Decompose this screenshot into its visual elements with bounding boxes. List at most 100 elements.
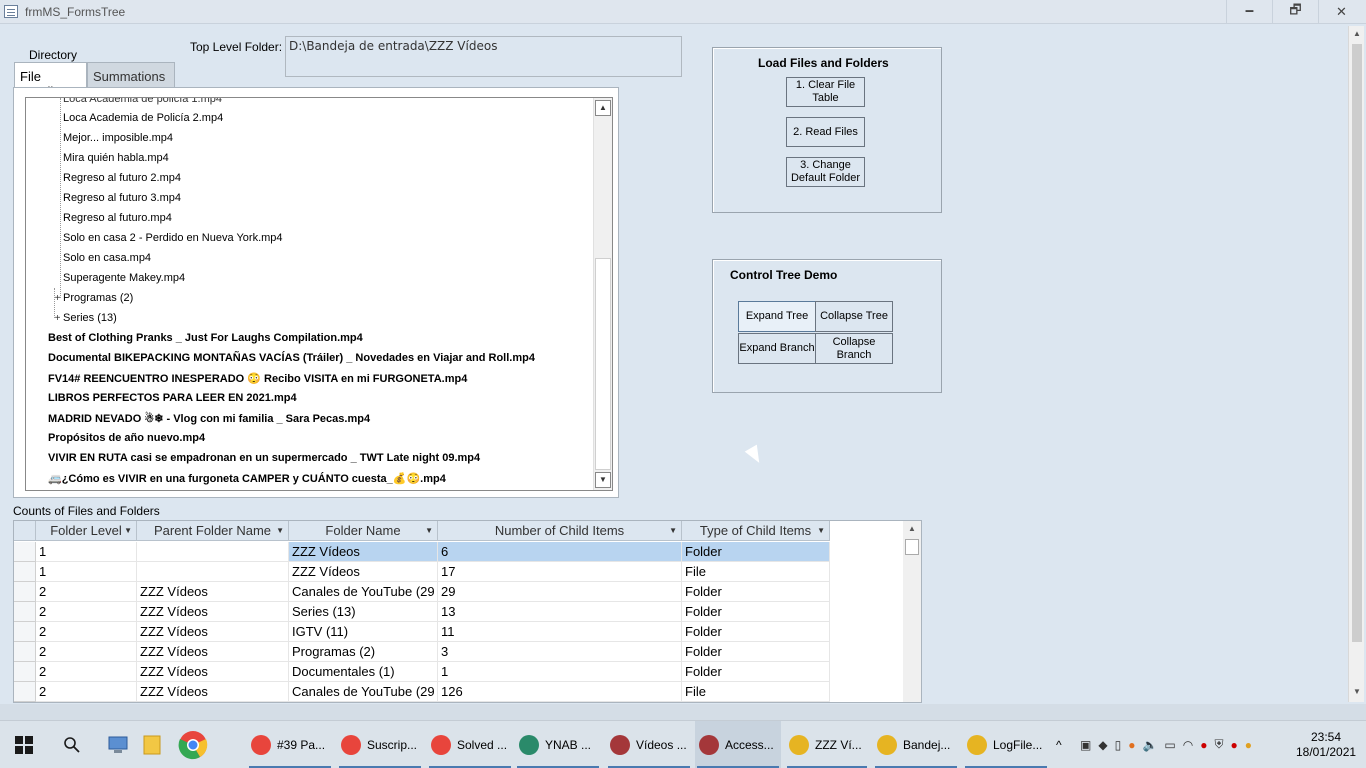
clear-file-table-button[interactable]: 1. Clear File Table	[786, 77, 865, 107]
scroll-up-icon[interactable]: ▲	[1349, 26, 1365, 42]
grid-cell[interactable]: IGTV (11)	[289, 622, 438, 642]
dropdown-arrow-icon[interactable]: ▼	[276, 526, 284, 535]
collapse-branch-button[interactable]: Collapse Branch	[815, 333, 893, 364]
battery-icon[interactable]: ▭	[1164, 738, 1175, 752]
dropdown-arrow-icon[interactable]: ▼	[817, 526, 825, 535]
tree-node-file[interactable]: FV14# REENCUENTRO INESPERADO 😳 Recibo VI…	[48, 372, 467, 385]
start-button[interactable]	[8, 721, 40, 768]
grid-cell[interactable]: 13	[438, 602, 682, 622]
restore-button[interactable]: 🗗	[1272, 0, 1318, 24]
taskbar-item[interactable]: ZZZ Ví...	[785, 721, 869, 768]
tray-app-icon[interactable]: ▣	[1080, 738, 1091, 752]
top-level-folder-field[interactable]: D:\Bandeja de entrada\ZZZ Vídeos	[285, 36, 682, 77]
grid-cell[interactable]	[137, 562, 289, 582]
grid-cell[interactable]: Folder	[682, 582, 830, 602]
search-button[interactable]	[58, 721, 86, 768]
minimize-button[interactable]: 🗕	[1226, 0, 1272, 24]
grid-cell[interactable]: 2	[36, 602, 137, 622]
taskbar-item[interactable]: YNAB ...	[515, 721, 601, 768]
grid-cell[interactable]: ZZZ Vídeos	[137, 662, 289, 682]
row-selector[interactable]	[14, 662, 36, 682]
shield-icon[interactable]: ⛨	[1214, 737, 1223, 752]
dropdown-arrow-icon[interactable]: ▼	[669, 526, 677, 535]
tray-app-icon[interactable]: ●	[1200, 738, 1207, 752]
volume-icon[interactable]: 🔈	[1142, 738, 1157, 752]
row-selector[interactable]	[14, 542, 36, 562]
collapse-tree-button[interactable]: Collapse Tree	[815, 301, 893, 332]
tray-app-icon[interactable]: ◆	[1098, 738, 1107, 752]
expand-plus-icon[interactable]: +	[53, 314, 62, 324]
tree-node-file[interactable]: Regreso al futuro 3.mp4	[63, 192, 181, 204]
tree-node-file[interactable]: VIVIR EN RUTA casi se empadronan en un s…	[48, 452, 480, 464]
tree-node-file[interactable]: Loca Academia de policía 1.mp4	[63, 98, 222, 105]
grid-cell[interactable]: 1	[36, 562, 137, 582]
expand-tree-button[interactable]: Expand Tree	[738, 301, 816, 332]
grid-cell[interactable]: 11	[438, 622, 682, 642]
grid-cell[interactable]: Folder	[682, 642, 830, 662]
taskbar-item[interactable]: Suscrip...	[337, 721, 423, 768]
column-header-child-type[interactable]: Type of Child Items ▼	[682, 521, 830, 541]
grid-cell[interactable]: Documentales (1)	[289, 662, 438, 682]
taskbar-item[interactable]: Vídeos ...	[606, 721, 692, 768]
pinned-app-computer[interactable]	[104, 721, 132, 768]
tree-node-file[interactable]: Regreso al futuro.mp4	[63, 212, 172, 224]
row-selector[interactable]	[14, 682, 36, 702]
taskbar-item[interactable]: #39 Pa...	[247, 721, 333, 768]
directory-tree[interactable]: Loca Academia de policía 1.mp4 Loca Acad…	[25, 97, 613, 491]
tree-vertical-scrollbar[interactable]: ▲ ▼	[593, 98, 612, 490]
grid-cell[interactable]: 17	[438, 562, 682, 582]
tree-node-file[interactable]: Documental BIKEPACKING MONTAÑAS VACÍAS (…	[48, 352, 535, 364]
row-selector-header[interactable]	[14, 521, 36, 541]
grid-cell[interactable]: 2	[36, 582, 137, 602]
grid-cell[interactable]: Folder	[682, 542, 830, 562]
taskbar-item[interactable]: LogFile...	[963, 721, 1049, 768]
tab-summations[interactable]: Summations	[87, 62, 175, 88]
tree-node-folder[interactable]: Series (13)	[63, 312, 117, 324]
taskbar-item[interactable]: Access...	[695, 721, 781, 768]
grid-cell[interactable]: 29	[438, 582, 682, 602]
column-header-parent-folder[interactable]: Parent Folder Name ▼	[137, 521, 289, 541]
grid-cell[interactable]: ZZZ Vídeos	[137, 582, 289, 602]
tray-overflow-chevron-icon[interactable]: ^	[1056, 721, 1070, 768]
scroll-up-icon[interactable]: ▲	[904, 521, 920, 537]
row-selector[interactable]	[14, 622, 36, 642]
grid-cell[interactable]: 1	[438, 662, 682, 682]
taskbar-item[interactable]: Solved ...	[427, 721, 513, 768]
grid-cell[interactable]: ZZZ Vídeos	[137, 622, 289, 642]
tab-file-details[interactable]: File Details	[14, 62, 87, 99]
grid-cell[interactable]: Programas (2)	[289, 642, 438, 662]
pinned-app-file-explorer[interactable]	[140, 721, 164, 768]
grid-cell[interactable]: 1	[36, 542, 137, 562]
tray-app-icon[interactable]: ●	[1230, 738, 1237, 752]
grid-cell[interactable]: 3	[438, 642, 682, 662]
form-vertical-scrollbar[interactable]: ▲ ▼	[1348, 26, 1364, 702]
tree-node-file[interactable]: Solo en casa.mp4	[63, 252, 151, 264]
grid-cell[interactable]: 2	[36, 642, 137, 662]
grid-cell[interactable]: 2	[36, 662, 137, 682]
expand-plus-icon[interactable]: +	[53, 294, 62, 304]
tree-node-file[interactable]: Mira quién habla.mp4	[63, 152, 169, 164]
grid-cell[interactable]: 2	[36, 682, 137, 702]
tree-node-folder[interactable]: Programas (2)	[63, 292, 133, 304]
grid-cell[interactable]: Series (13)	[289, 602, 438, 622]
grid-cell[interactable]: 6	[438, 542, 682, 562]
weather-icon[interactable]: ●	[1245, 738, 1252, 752]
column-header-child-count[interactable]: Number of Child Items ▼	[438, 521, 682, 541]
grid-cell[interactable]: Folder	[682, 662, 830, 682]
expand-branch-button[interactable]: Expand Branch	[738, 333, 816, 364]
grid-vertical-scrollbar[interactable]: ▲	[903, 521, 921, 702]
tree-node-file[interactable]: MADRID NEVADO ☃❄ - Vlog con mi familia _…	[48, 412, 370, 425]
read-files-button[interactable]: 2. Read Files	[786, 117, 865, 147]
grid-cell[interactable]: Canales de YouTube (29	[289, 682, 438, 702]
column-header-folder-level[interactable]: Folder Level ▼	[36, 521, 137, 541]
grid-cell[interactable]: ZZZ Vídeos	[289, 542, 438, 562]
tree-node-file[interactable]: Regreso al futuro 2.mp4	[63, 172, 181, 184]
grid-cell[interactable]: ZZZ Vídeos	[137, 602, 289, 622]
grid-cell[interactable]	[137, 542, 289, 562]
scrollbar-thumb[interactable]	[905, 539, 919, 555]
scroll-down-icon[interactable]: ▼	[595, 472, 611, 488]
tree-node-file[interactable]: Superagente Makey.mp4	[63, 272, 185, 284]
row-selector[interactable]	[14, 642, 36, 662]
grid-cell[interactable]: File	[682, 682, 830, 702]
change-default-folder-button[interactable]: 3. Change Default Folder	[786, 157, 865, 187]
